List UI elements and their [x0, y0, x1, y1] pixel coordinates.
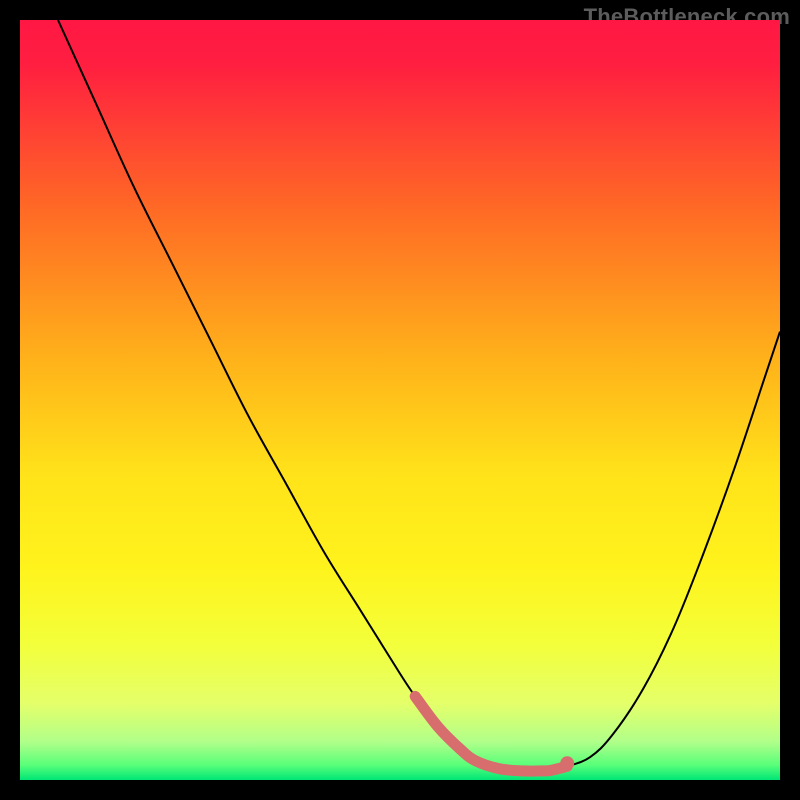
optimal-point — [560, 756, 574, 770]
chart-container: TheBottleneck.com — [0, 0, 800, 800]
plot-area — [20, 20, 780, 780]
gradient-background — [20, 20, 780, 780]
